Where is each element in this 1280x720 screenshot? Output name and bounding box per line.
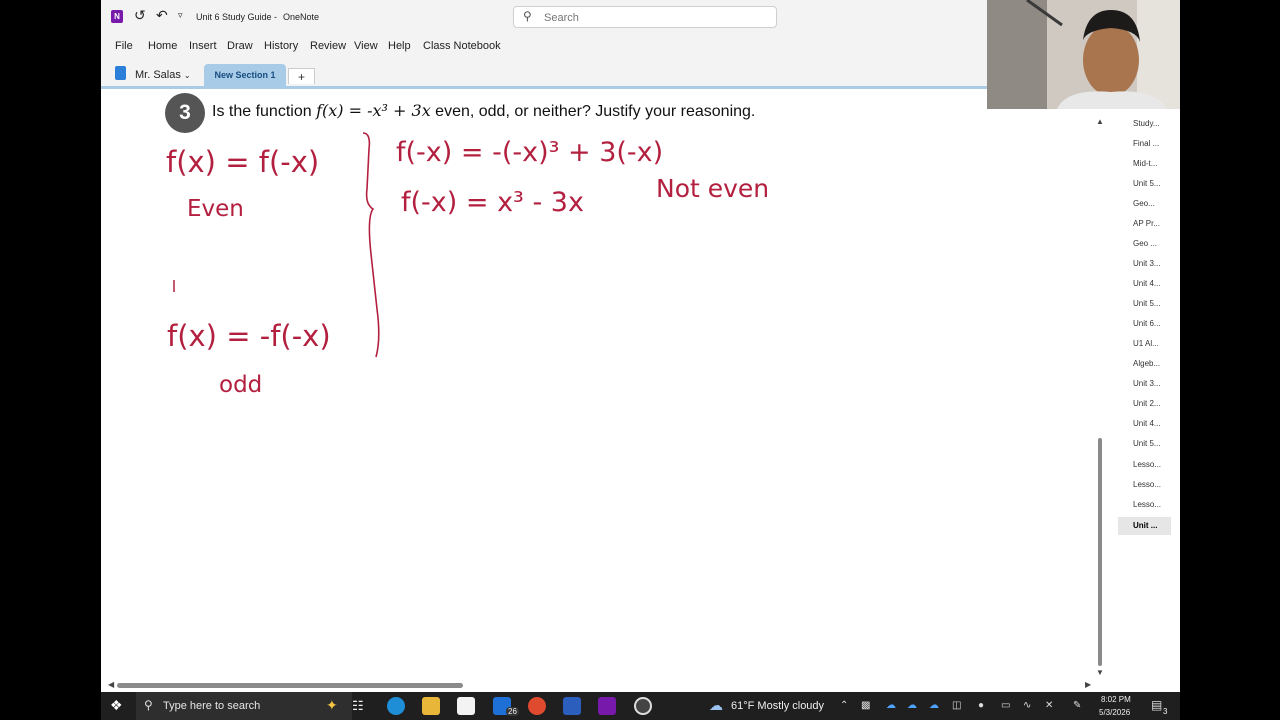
odd-rule-ink: f(x) = -f(-x) (167, 319, 331, 353)
sparkle-icon: ✦ (326, 697, 338, 713)
horizontal-scroll-thumb[interactable] (117, 683, 463, 688)
page-item[interactable]: AP Pr... (1118, 215, 1171, 233)
weather-text[interactable]: 61°F Mostly cloudy (731, 700, 824, 712)
page-item[interactable]: Lesso... (1118, 476, 1171, 494)
page-item[interactable]: Unit 5... (1118, 435, 1171, 453)
handwritten-ink: f(x) = f(-x) Even f(x) = -f(-x) odd f(-x… (166, 132, 769, 398)
scroll-right-icon[interactable]: ▶ (1085, 680, 1091, 689)
menu-home[interactable]: Home (148, 40, 177, 52)
vertical-scroll-thumb[interactable] (1098, 438, 1102, 666)
search-box[interactable]: ⚲ (513, 6, 777, 28)
taskbar-search[interactable]: ⚲ Type here to search ✦ (136, 692, 352, 720)
menu-insert[interactable]: Insert (189, 40, 217, 52)
even-rule-ink: f(x) = f(-x) (166, 145, 319, 179)
volume-muted-icon[interactable]: ✕ (1045, 700, 1053, 711)
vertical-scrollbar[interactable]: ▲ ▼ (1093, 114, 1107, 679)
tray-icon[interactable]: ◫ (952, 700, 961, 711)
notebook-name: Mr. Salas (135, 69, 181, 81)
pen-icon[interactable]: ✎ (1073, 700, 1081, 711)
section-tab[interactable]: New Section 1 (204, 64, 286, 86)
page-item[interactable]: Lesso... (1118, 456, 1171, 474)
step2-ink: f(-x) = x³ - 3x (401, 187, 584, 218)
onedrive-icon[interactable]: ☁ (886, 700, 896, 711)
scroll-left-icon[interactable]: ◀ (108, 680, 114, 689)
notification-icon[interactable]: ▤ (1151, 698, 1162, 712)
doc-title: Unit 6 Study Guide (196, 12, 272, 22)
page-item[interactable]: Mid-t... (1118, 155, 1171, 173)
page-item[interactable]: Unit 4... (1118, 275, 1171, 293)
menu-review[interactable]: Review (310, 40, 346, 52)
menu-view[interactable]: View (354, 40, 378, 52)
notebook-icon (115, 66, 126, 80)
page-item-active[interactable]: Unit ... (1118, 517, 1171, 535)
page-item[interactable]: Unit 5... (1118, 295, 1171, 313)
store-icon[interactable] (457, 697, 475, 715)
webcam-person-image (987, 0, 1180, 109)
windows-taskbar: ❖ ⚲ Type here to search ✦ ☷ 26 ☁ 61°F Mo… (101, 692, 1180, 720)
edge-icon[interactable] (387, 697, 405, 715)
back-icon[interactable]: ↺ (134, 7, 146, 24)
chevron-down-icon: ⌄ (183, 71, 191, 80)
wifi-icon[interactable]: ∿ (1023, 700, 1031, 711)
page-item[interactable]: Algeb... (1118, 355, 1171, 373)
windows-start-icon[interactable]: ❖ (110, 697, 123, 714)
taskbar-search-placeholder: Type here to search (163, 700, 261, 712)
title-separator: - (274, 12, 277, 22)
chevron-up-icon[interactable]: ⌃ (840, 700, 848, 711)
word-icon[interactable] (563, 697, 581, 715)
webcam-overlay (987, 0, 1180, 109)
verdict-ink: Not even (656, 174, 769, 203)
taskbar-date[interactable]: 5/3/2026 (1099, 708, 1130, 717)
page-item[interactable]: Unit 4... (1118, 415, 1171, 433)
notification-count: 3 (1163, 707, 1168, 716)
menu-history[interactable]: History (264, 40, 298, 52)
notebook-switcher[interactable]: Mr. Salas ⌄ (135, 69, 191, 81)
search-icon: ⚲ (523, 9, 532, 23)
add-section-button[interactable]: + (288, 68, 315, 84)
clock-app-icon[interactable] (634, 697, 652, 715)
menu-draw[interactable]: Draw (227, 40, 253, 52)
undo-icon[interactable]: ↶ (156, 7, 168, 24)
page-item[interactable]: U1 Al... (1118, 335, 1171, 353)
file-explorer-icon[interactable] (422, 697, 440, 715)
scroll-up-icon[interactable]: ▲ (1096, 117, 1104, 126)
page-item[interactable]: Geo... (1118, 195, 1171, 213)
weather-cloud-icon: ☁ (709, 697, 723, 713)
menu-file[interactable]: File (115, 40, 133, 52)
page-item[interactable]: Unit 5... (1118, 175, 1171, 193)
even-label-ink: Even (187, 196, 244, 222)
menu-class-notebook[interactable]: Class Notebook (423, 40, 501, 52)
page-item[interactable]: Unit 6... (1118, 315, 1171, 333)
odd-label-ink: odd (219, 372, 262, 398)
microphone-icon[interactable]: ● (978, 700, 984, 711)
task-view-icon[interactable]: ☷ (352, 698, 364, 714)
taskbar-time[interactable]: 8:02 PM (1101, 695, 1131, 704)
search-input[interactable] (542, 9, 766, 27)
horizontal-scrollbar[interactable]: ◀ ▶ (101, 679, 1093, 692)
page-item[interactable]: Final ... (1118, 135, 1171, 153)
page-item[interactable]: Study... (1118, 115, 1171, 133)
ink-brace (362, 132, 380, 358)
app-name: OneNote (283, 12, 320, 22)
page-item[interactable]: Unit 2... (1118, 395, 1171, 413)
page-canvas[interactable]: 3 Is the function f(x) = -x³ + 3x even, … (101, 89, 1101, 679)
scroll-down-icon[interactable]: ▼ (1096, 668, 1104, 677)
mail-badge: 26 (506, 707, 519, 716)
step1-ink: f(-x) = -(-x)³ + 3(-x) (396, 137, 663, 168)
search-icon: ⚲ (144, 698, 153, 712)
onedrive-icon-2[interactable]: ☁ (907, 700, 917, 711)
battery-icon[interactable]: ▭ (1001, 700, 1010, 711)
quick-access-dropdown-icon[interactable]: ▿ (178, 10, 183, 21)
tray-app-icon[interactable]: ▩ (861, 700, 870, 711)
page-item[interactable]: Unit 3... (1118, 255, 1171, 273)
page-item[interactable]: Lesso... (1118, 496, 1171, 514)
onenote-taskbar-icon[interactable] (598, 697, 616, 715)
menu-help[interactable]: Help (388, 40, 411, 52)
page-item[interactable]: Unit 3... (1118, 375, 1171, 393)
page-item[interactable]: Geo ... (1118, 235, 1171, 253)
onenote-logo-icon: N (111, 10, 123, 23)
onedrive-icon-3[interactable]: ☁ (929, 700, 939, 711)
page-list: Study... Final ... Mid-t... Unit 5... Ge… (1117, 110, 1180, 680)
acrobat-icon[interactable] (528, 697, 546, 715)
